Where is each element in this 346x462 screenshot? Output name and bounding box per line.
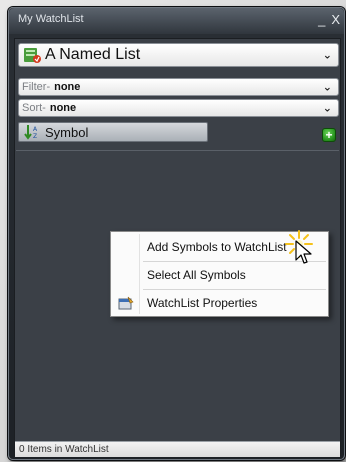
menu-item-label: Select All Symbols: [147, 268, 246, 282]
list-name: A Named List: [45, 46, 141, 63]
svg-text:Z: Z: [33, 133, 37, 140]
chevron-down-icon[interactable]: ⌄: [323, 102, 332, 115]
column-header-label: Symbol: [45, 124, 89, 140]
chevron-down-icon[interactable]: ⌄: [323, 81, 332, 94]
filter-value: none: [54, 81, 81, 93]
filter-dropdown[interactable]: Filter- none ⌄: [18, 78, 339, 96]
mouse-pointer-icon: [295, 240, 312, 264]
named-list-icon: [24, 48, 41, 63]
sort-label: Sort-: [22, 102, 46, 114]
status-bar: 0 Items in WatchList: [15, 441, 340, 457]
title-bar[interactable]: My WatchList _ X: [14, 8, 342, 30]
column-header-symbol[interactable]: A Z Symbol: [18, 122, 208, 142]
svg-text:A: A: [33, 126, 38, 133]
close-button[interactable]: X: [331, 12, 340, 27]
menu-item-label: WatchList Properties: [147, 296, 258, 310]
chevron-down-icon[interactable]: ⌄: [323, 49, 332, 62]
sort-dropdown[interactable]: Sort- none ⌄: [18, 99, 339, 117]
menu-item-watchlist-properties[interactable]: WatchList Properties: [113, 292, 326, 314]
menu-separator: [143, 289, 326, 290]
window-title: My WatchList: [18, 13, 84, 25]
properties-icon: [113, 292, 139, 314]
menu-item-label: Add Symbols to WatchList: [147, 240, 287, 254]
filter-label: Filter-: [22, 81, 51, 93]
item-count: 0 Items in WatchList: [19, 444, 109, 455]
add-symbol-button[interactable]: +: [322, 128, 336, 142]
sort-value: none: [49, 102, 77, 114]
list-selector[interactable]: A Named List ⌄: [18, 43, 339, 67]
minimize-button[interactable]: _: [318, 12, 325, 27]
header-divider: [16, 150, 339, 151]
menu-item-select-all[interactable]: Select All Symbols: [113, 264, 326, 286]
sort-order-icon[interactable]: A Z: [23, 124, 41, 140]
